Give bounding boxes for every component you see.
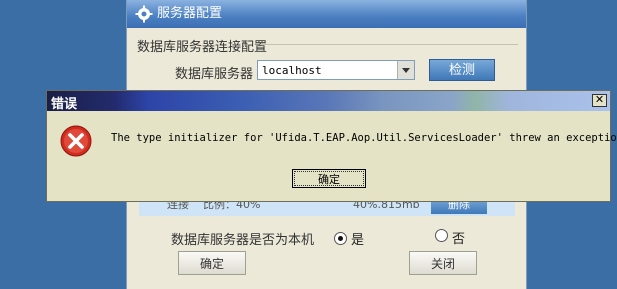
close-icon[interactable]: ✕ [592,94,607,107]
error-dialog-titlebar: 错误 ✕ [47,91,610,112]
error-ok-label: 确定 [294,171,364,186]
gear-icon [135,5,153,23]
radio-yes[interactable] [334,232,347,245]
config-window-title: 服务器配置 [157,6,223,21]
server-combobox[interactable]: localhost [257,60,415,80]
close-button[interactable]: 关闭 [409,251,477,275]
group-divider [260,44,518,45]
group-title: 数据库服务器连接配置 [137,40,268,55]
ok-button[interactable]: 确定 [178,251,246,275]
server-label: 数据库服务器 [175,67,254,82]
is-local-label: 数据库服务器是否为本机 [171,233,315,248]
radio-no-label: 否 [452,232,466,247]
chevron-down-icon[interactable] [397,61,414,79]
error-dialog: 错误 ✕ The type initializer for 'Ufida.T.E… [46,90,617,202]
config-titlebar: 服务器配置 [127,0,526,28]
error-message: The type initializer for 'Ufida.T.EAP.Ao… [111,132,617,144]
radio-no[interactable] [435,229,448,242]
error-ok-button[interactable]: 确定 [292,169,366,188]
error-icon [60,125,92,157]
detect-button[interactable]: 检测 [429,59,495,81]
radio-yes-label: 是 [351,233,365,248]
server-value: localhost [262,64,322,77]
error-dialog-title: 错误 [51,97,78,112]
